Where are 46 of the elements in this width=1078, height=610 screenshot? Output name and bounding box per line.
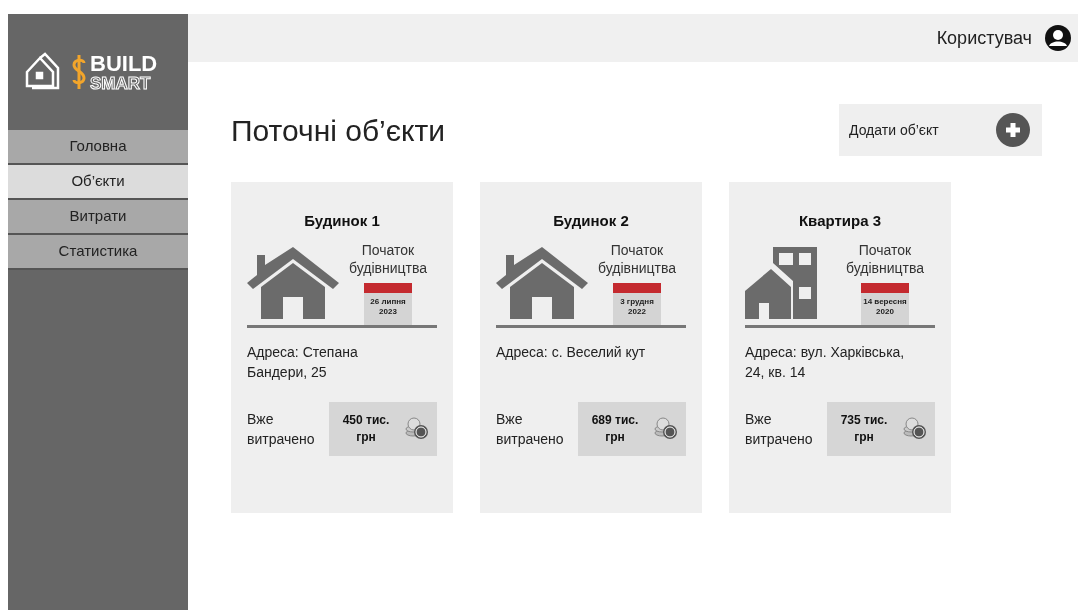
card-title: Квартира 3 bbox=[797, 211, 883, 231]
coins-icon bbox=[405, 416, 429, 441]
object-card[interactable]: Будинок 1 Початок будівництва 26 липня 2023 Адреса: Степана Бандери, 25 Вже витрачено 450 тис. грн bbox=[231, 182, 453, 513]
calendar-year: 2023 bbox=[378, 306, 398, 317]
calendar-date: 26 липня bbox=[369, 296, 407, 307]
house-icon bbox=[247, 246, 339, 319]
building-icon bbox=[745, 246, 817, 319]
spent-amount: 689 тис. грн bbox=[590, 411, 640, 446]
object-card[interactable]: Квартира 3 Початок будівництва 14 вересня 2020 Адреса: вул. Харківська, 24, кв. 14 Вже витрачено 735 тис. грн bbox=[729, 182, 951, 513]
address-text: Адреса: Степана Бандери, 25 bbox=[247, 342, 359, 382]
coins-icon bbox=[654, 416, 678, 441]
calendar-year: 2020 bbox=[875, 306, 895, 317]
object-card[interactable]: Будинок 2 Початок будівництва 3 грудня 2022 Адреса: с. Веселий кут Вже витрачено 689 тис. грн bbox=[480, 182, 702, 513]
start-label: Початок будівництва bbox=[597, 240, 677, 277]
dollar-icon bbox=[72, 55, 86, 89]
coins-icon bbox=[903, 416, 927, 441]
nav-item[interactable]: Головна bbox=[8, 130, 188, 165]
calendar-header bbox=[364, 282, 412, 293]
start-label: Початок будівництва bbox=[348, 240, 428, 277]
add-object-button[interactable]: Додати об’єкт bbox=[839, 104, 1042, 156]
house-icon bbox=[496, 246, 588, 319]
card-title: Будинок 2 bbox=[552, 211, 630, 231]
card-title: Будинок 1 bbox=[303, 211, 381, 231]
start-label: Початок будівництва bbox=[845, 240, 925, 277]
house-logo-icon bbox=[24, 52, 60, 92]
spent-label: Вже витрачено bbox=[745, 409, 814, 449]
spent-label: Вже витрачено bbox=[496, 409, 565, 449]
spent-label: Вже витрачено bbox=[247, 409, 316, 449]
plus-icon bbox=[996, 113, 1030, 147]
logo-text: BUILD bbox=[90, 52, 158, 75]
spent-amount: 450 тис. грн bbox=[341, 411, 391, 446]
page-title: Поточні об’єкти bbox=[231, 112, 445, 149]
calendar-date: 14 вересня bbox=[862, 296, 908, 307]
address-text: Адреса: вул. Харківська, 24, кв. 14 bbox=[745, 342, 906, 382]
nav-item[interactable]: Статистика bbox=[8, 235, 188, 270]
calendar-date: 3 грудня bbox=[619, 296, 655, 307]
calendar-header bbox=[861, 282, 909, 293]
calendar-year: 2022 bbox=[627, 306, 647, 317]
nav-item[interactable]: Об’єкти bbox=[8, 165, 188, 200]
calendar-header bbox=[613, 282, 661, 293]
spent-amount: 735 тис. грн bbox=[839, 411, 889, 446]
user-avatar-icon[interactable] bbox=[1044, 24, 1072, 52]
address-text: Адреса: с. Веселий кут bbox=[496, 342, 647, 362]
logo-text: SMART bbox=[90, 74, 152, 92]
user-name[interactable]: Користувач bbox=[936, 24, 1032, 52]
nav-item[interactable]: Витрати bbox=[8, 200, 188, 235]
